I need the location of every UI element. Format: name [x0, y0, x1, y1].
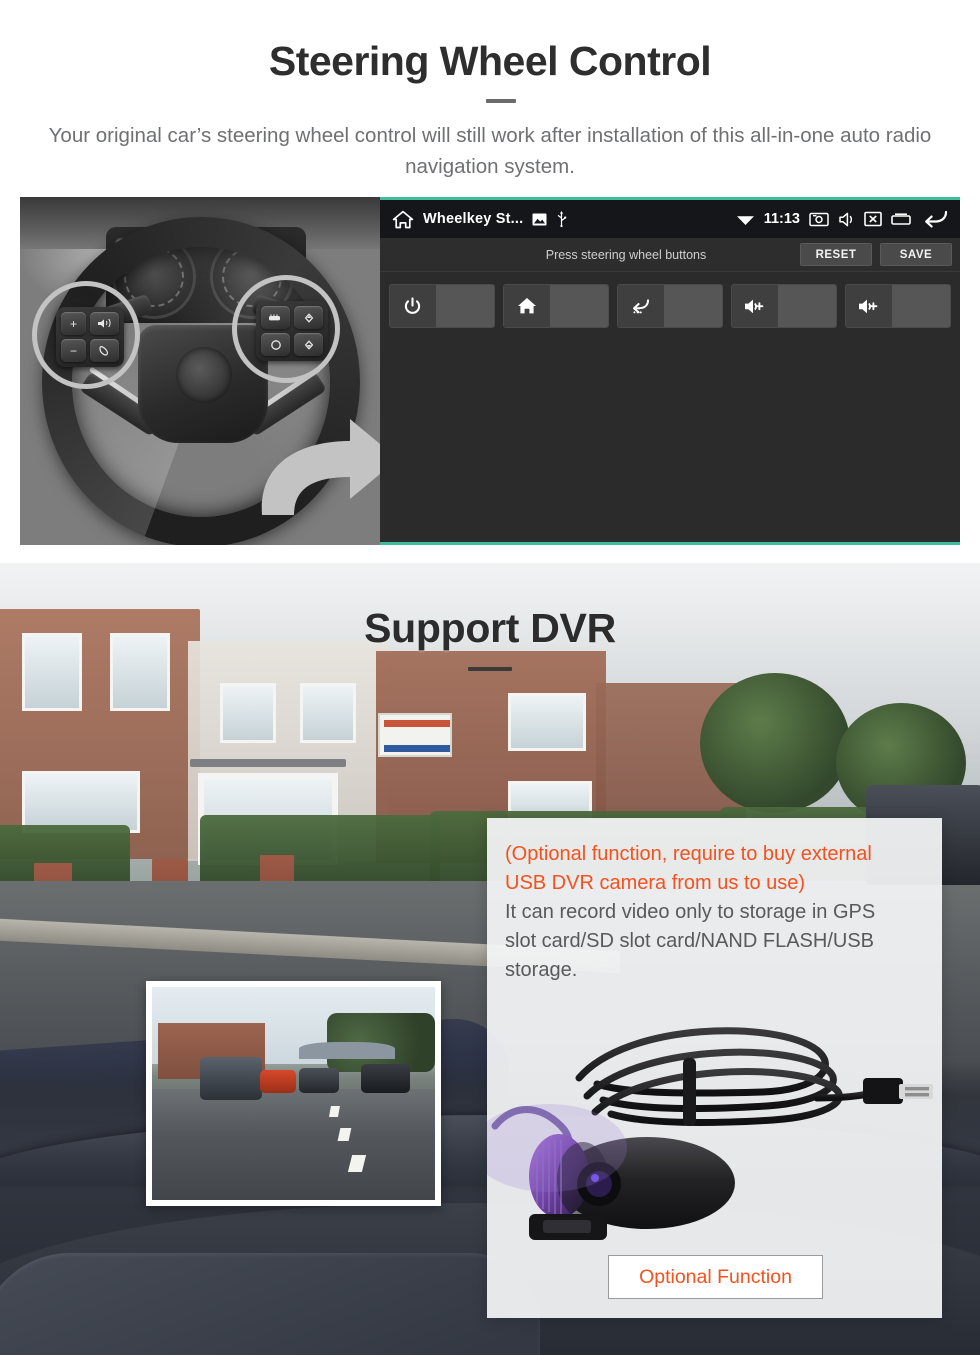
key-power-value[interactable]	[435, 285, 494, 327]
dvr-body-line-2: slot card/SD slot card/NAND FLASH/USB	[505, 930, 874, 952]
reset-button[interactable]: RESET	[800, 243, 872, 266]
save-button[interactable]: SAVE	[880, 243, 952, 266]
key-volume-up-2[interactable]	[845, 284, 951, 328]
screenshot-icon[interactable]	[809, 211, 829, 227]
key-home[interactable]	[503, 284, 609, 328]
wifi-icon	[736, 212, 755, 226]
airbag-emblem	[176, 347, 232, 403]
tree-1	[700, 673, 850, 813]
clock: 11:13	[763, 211, 800, 227]
status-bar: Wheelkey St... 11:13	[380, 200, 960, 238]
media-strip: + − Wheelkey St... 11:13 Press steering …	[20, 197, 960, 545]
instruction-text: Press steering wheel buttons	[545, 247, 707, 262]
highlight-circle-left	[32, 281, 140, 389]
dashcam-preview-image	[152, 987, 435, 1200]
recents-icon[interactable]	[891, 212, 911, 226]
action-bar: Press steering wheel buttons RESET SAVE	[380, 238, 960, 272]
preview-car-black	[361, 1063, 410, 1094]
optional-function-button[interactable]: Optional Function	[608, 1255, 823, 1299]
android-head-unit-screen: Wheelkey St... 11:13 Press steering whee…	[380, 197, 960, 545]
key-volume-up-1[interactable]	[731, 284, 837, 328]
steering-wheel-photo: + −	[20, 197, 380, 545]
preview-road	[152, 1089, 435, 1200]
dvr-info-panel: (Optional function, require to buy exter…	[487, 818, 942, 1318]
window-6	[508, 693, 586, 751]
home-icon[interactable]	[392, 210, 414, 229]
key-volume-up-2-value[interactable]	[891, 285, 950, 327]
key-power[interactable]	[389, 284, 495, 328]
volume-up-icon	[732, 285, 778, 327]
page-title: Steering Wheel Control	[268, 38, 712, 84]
sign-bar-bottom	[384, 745, 450, 752]
app-title: Wheelkey St...	[423, 211, 524, 227]
preview-hill	[299, 1042, 396, 1060]
key-home-value[interactable]	[549, 285, 608, 327]
back-icon	[618, 285, 664, 327]
window-5	[300, 683, 356, 743]
dvr-body-line-1: It can record video only to storage in G…	[505, 901, 876, 923]
power-icon	[390, 285, 436, 327]
title-divider	[486, 99, 516, 103]
yellow-arrow-icon	[242, 397, 380, 517]
dvr-note-line-2: USB DVR camera from us to use)	[505, 872, 806, 894]
key-back-value[interactable]	[663, 285, 722, 327]
dvr-info-text: (Optional function, require to buy exter…	[505, 840, 930, 985]
dvr-body-line-3: storage.	[505, 959, 578, 981]
dvr-note-line-1: (Optional function, require to buy exter…	[505, 843, 872, 865]
window-4	[220, 683, 276, 743]
back-icon[interactable]	[920, 208, 950, 230]
home-icon	[504, 285, 550, 327]
key-back[interactable]	[617, 284, 723, 328]
usb-icon	[556, 211, 567, 227]
preview-car-dark	[299, 1067, 339, 1094]
preview-lane-marking-2	[337, 1127, 352, 1141]
porch-roof	[190, 759, 346, 767]
volume-up-icon	[846, 285, 892, 327]
preview-car-suv	[200, 1057, 263, 1100]
dashboard-pad	[0, 1253, 540, 1355]
image-icon	[532, 213, 547, 226]
highlight-circle-right	[232, 275, 340, 383]
key-volume-up-1-value[interactable]	[777, 285, 836, 327]
window-3	[22, 771, 140, 833]
mute-icon[interactable]	[838, 212, 855, 227]
page-subtitle: Your original car’s steering wheel contr…	[48, 124, 932, 178]
section-title-divider	[468, 667, 512, 671]
dashcam-preview-photo	[146, 981, 441, 1206]
sign-bar-top	[384, 720, 450, 727]
screen-off-icon[interactable]	[864, 211, 882, 227]
usb-dvr-camera-image	[487, 998, 942, 1248]
section-title: Support DVR	[364, 605, 616, 651]
preview-car-red	[259, 1070, 297, 1094]
section-steering-wheel-control: Steering Wheel Control Your original car…	[0, 0, 980, 563]
product-feature-page: Steering Wheel Control Your original car…	[0, 0, 980, 1355]
wheel-key-mapping-row	[380, 272, 960, 328]
for-sale-sign	[378, 713, 452, 757]
